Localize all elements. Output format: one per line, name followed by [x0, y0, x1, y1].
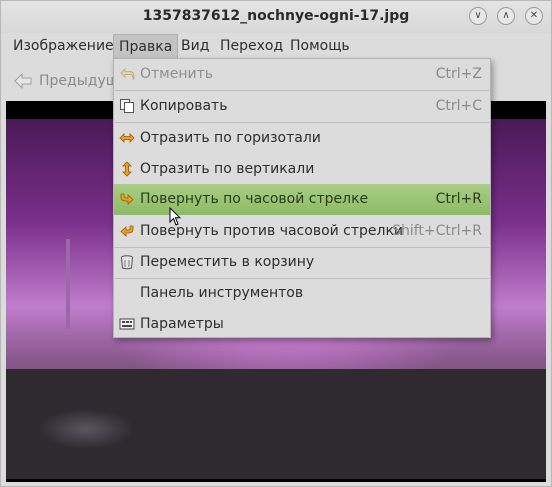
menu-item-flip-horizontal[interactable]: Отразить по горизотали	[114, 123, 490, 154]
menu-item-move-to-trash[interactable]: Переместить в корзину	[114, 247, 490, 278]
undo-icon	[119, 66, 135, 82]
menu-item-shortcut: Ctrl+Z	[435, 66, 482, 82]
menu-view[interactable]: Вид	[181, 34, 209, 58]
menu-item-label: Переместить в корзину	[140, 254, 315, 270]
rotate-clockwise-icon	[119, 191, 135, 207]
menu-edit[interactable]: Правка	[113, 34, 179, 58]
chevron-up-icon: ∧	[502, 10, 510, 21]
flip-horizontal-icon	[119, 130, 135, 146]
menu-item-label: Отменить	[140, 66, 214, 82]
menu-item-shortcut: Ctrl+C	[435, 98, 482, 114]
menu-item-label: Панель инструментов	[140, 285, 304, 301]
menu-item-label: Повернуть по часовой стрелке	[140, 191, 369, 207]
maximize-button[interactable]: ∧	[497, 7, 515, 25]
previous-button[interactable]: Предыдущ	[13, 72, 119, 90]
menu-item-label: Копировать	[140, 98, 228, 114]
menu-item-preferences[interactable]: Параметры	[114, 309, 490, 340]
preferences-icon	[119, 316, 135, 332]
trash-icon	[119, 254, 135, 270]
menu-item-copy[interactable]: Копировать Ctrl+C	[114, 91, 490, 122]
menu-bar: Изображение Правка Вид Переход Помощь	[1, 34, 551, 58]
menu-image[interactable]: Изображение	[13, 34, 114, 58]
arrow-left-icon	[14, 72, 32, 90]
close-icon: ✕	[529, 10, 539, 21]
copy-icon	[119, 98, 135, 114]
previous-label: Предыдущ	[39, 73, 119, 89]
menu-item-undo[interactable]: Отменить Ctrl+Z	[114, 59, 490, 90]
menu-item-label: Отразить по вертикали	[140, 161, 315, 177]
menu-item-toolbar[interactable]: Панель инструментов	[114, 278, 490, 309]
menu-item-flip-vertical[interactable]: Отразить по вертикали	[114, 154, 490, 185]
minimize-button[interactable]: ∨	[469, 7, 487, 25]
rotate-counterclockwise-icon	[119, 223, 135, 239]
bridge-tower-left	[66, 239, 70, 329]
image-viewer-window: 1357837612_nochnye-ogni-17.jpg ∨ ∧ ✕ Изо…	[0, 0, 552, 487]
title-bar: 1357837612_nochnye-ogni-17.jpg ∨ ∧ ✕	[1, 1, 551, 33]
menu-item-shortcut: Ctrl+R	[435, 191, 482, 207]
close-button[interactable]: ✕	[525, 7, 543, 25]
mouse-cursor-icon	[169, 207, 181, 226]
edit-menu-dropdown: Отменить Ctrl+Z Копировать Ctrl+C Отрази…	[113, 58, 491, 338]
menu-go[interactable]: Переход	[220, 34, 283, 58]
menu-help[interactable]: Помощь	[290, 34, 350, 58]
menu-item-shortcut: Shift+Ctrl+R	[392, 223, 482, 239]
chevron-down-icon: ∨	[474, 10, 482, 21]
menu-item-label: Параметры	[140, 316, 224, 332]
menu-item-label: Отразить по горизотали	[140, 130, 321, 146]
rocks-foreground	[6, 369, 546, 479]
flip-vertical-icon	[119, 161, 135, 177]
